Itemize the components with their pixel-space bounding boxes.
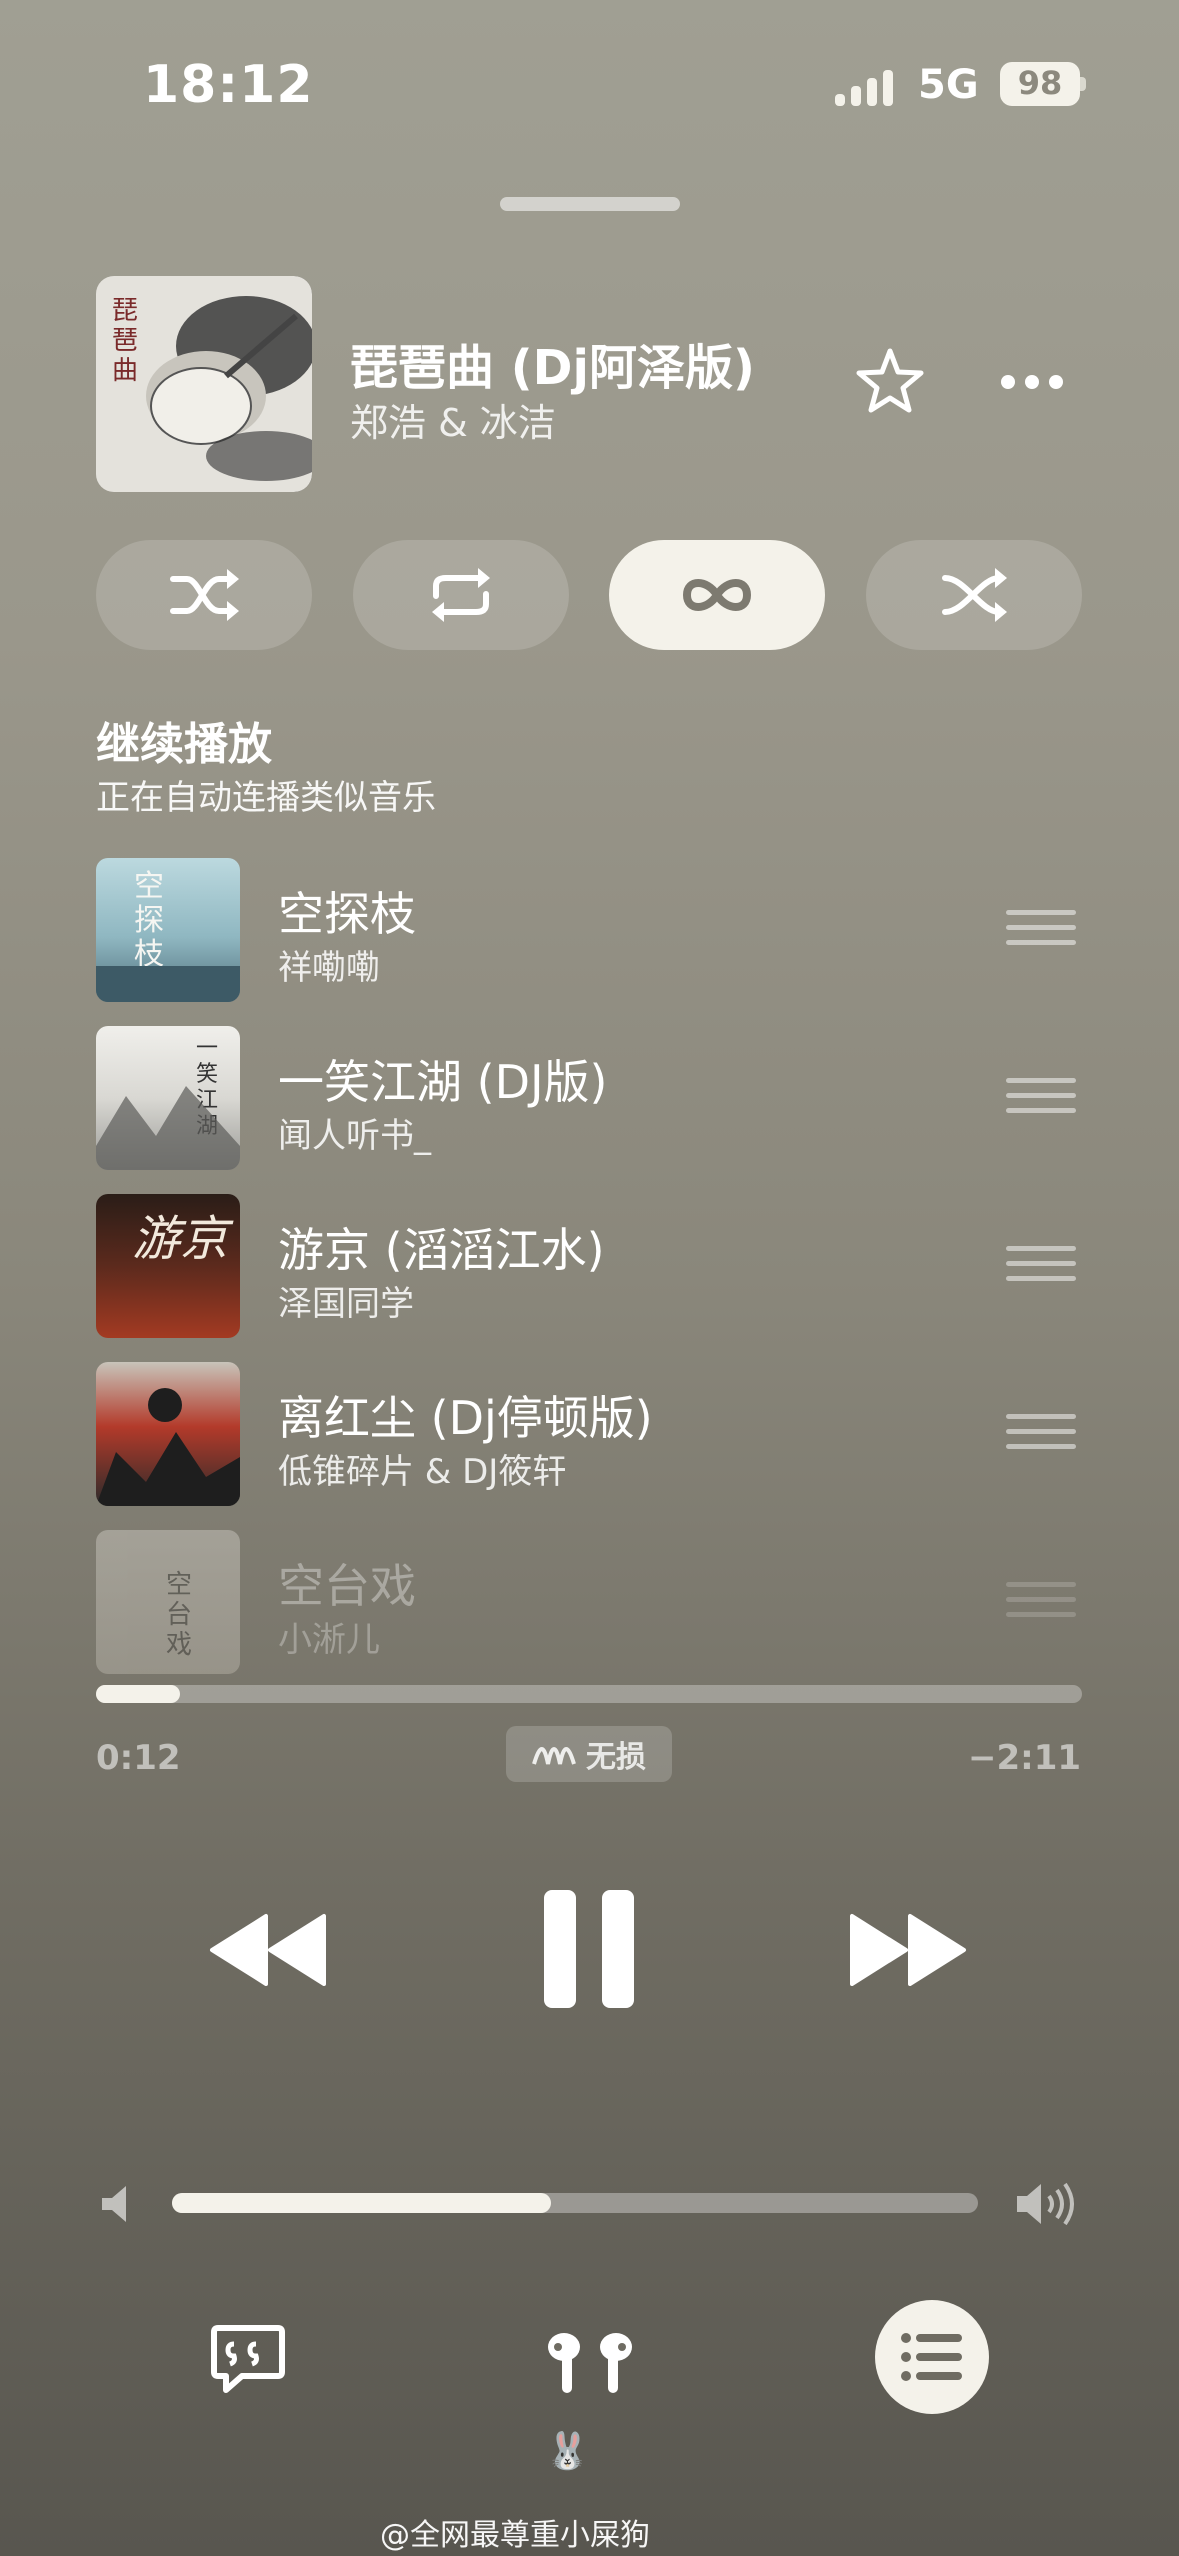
network-type: 5G [918, 62, 979, 108]
up-next-subtitle: 正在自动连播类似音乐 [96, 778, 436, 818]
drag-handle-icon[interactable] [1006, 1414, 1076, 1454]
battery-level: 98 [1017, 64, 1063, 102]
queue-item[interactable]: 一笑江湖 一笑江湖 (DJ版) 闻人听书_ [96, 1026, 1086, 1176]
airpods-icon[interactable] [540, 2325, 640, 2405]
queue-item-artwork: 一笑江湖 [96, 1026, 240, 1170]
lossless-badge[interactable]: 无损 [506, 1726, 672, 1782]
queue-item[interactable]: 空探枝 空探枝 祥嘞嘞 [96, 858, 1086, 1008]
up-next-heading: 继续播放 [96, 719, 272, 770]
elapsed-time: 0:12 [96, 1738, 181, 1778]
queue-item-artist: 低锥碎片 & DJ筱轩 [278, 1452, 567, 1492]
more-options-icon[interactable] [1000, 362, 1064, 402]
artwork-title: 游京 [132, 1211, 229, 1267]
output-device-label: 🐰 [545, 2431, 590, 2472]
queue-item-artwork [96, 1362, 240, 1506]
favorite-star-icon[interactable] [855, 346, 925, 416]
battery-icon: 98 [1000, 62, 1086, 106]
queue-item-title: 空探枝 [278, 887, 416, 941]
volume-high-icon [1017, 2182, 1074, 2226]
now-playing-artist[interactable]: 郑浩 & 冰洁 [350, 392, 556, 447]
status-time: 18:12 [143, 55, 314, 115]
infinity-icon [682, 579, 752, 611]
shuffle-button[interactable] [96, 540, 312, 650]
playback-progress-bar[interactable] [96, 1685, 1082, 1703]
autoplay-button[interactable] [609, 540, 825, 650]
queue-item-artist: 祥嘞嘞 [278, 948, 380, 988]
crossfade-icon [942, 568, 1007, 622]
queue-item-title: 一笑江湖 (DJ版) [278, 1055, 608, 1109]
drag-handle-icon[interactable] [1006, 910, 1076, 950]
drag-handle-icon[interactable] [1006, 1078, 1076, 1118]
sheet-grabber[interactable] [500, 197, 680, 211]
volume-slider-fill [172, 2193, 551, 2213]
queue-item-artwork: 空台戏 [96, 1530, 240, 1674]
volume-slider[interactable] [172, 2193, 978, 2213]
queue-button[interactable] [875, 2300, 989, 2414]
queue-item-artist: 闻人听书_ [278, 1116, 431, 1156]
shuffle-icon [170, 569, 239, 621]
volume-low-icon [102, 2186, 126, 2222]
queue-item[interactable]: 离红尘 (Dj停顿版) 低锥碎片 & DJ筱轩 [96, 1362, 1086, 1512]
crossfade-button[interactable] [866, 540, 1082, 650]
pause-icon[interactable] [544, 1890, 634, 2008]
repeat-button[interactable] [353, 540, 569, 650]
repeat-icon [432, 568, 490, 622]
lyrics-icon[interactable] [208, 2320, 288, 2400]
next-track-icon[interactable] [848, 1910, 968, 1990]
queue-item[interactable]: 空台戏 空台戏 小淅儿 [96, 1530, 1086, 1680]
queue-item[interactable]: 游京 游京 (滔滔江水) 泽国同学 [96, 1194, 1086, 1344]
signal-icon [835, 70, 893, 106]
queue-item-title: 空台戏 [278, 1559, 416, 1613]
queue-item-artist: 泽国同学 [278, 1284, 414, 1324]
queue-item-artwork: 空探枝 [96, 858, 240, 1002]
artwork-title: 琵琶曲 [112, 296, 139, 386]
artwork-title: 空探枝 [134, 869, 164, 972]
now-playing-title: 琵琶曲 (Dj阿泽版) [350, 340, 755, 396]
now-playing-artwork: 琵琶曲 [96, 276, 312, 492]
remaining-time: −2:11 [968, 1738, 1082, 1778]
queue-item-title: 离红尘 (Dj停顿版) [278, 1391, 653, 1445]
queue-item-artist: 小淅儿 [278, 1620, 380, 1660]
drag-handle-icon[interactable] [1006, 1582, 1076, 1622]
queue-list-icon [901, 2333, 962, 2381]
lossless-wave-icon [532, 1747, 576, 1765]
lossless-label: 无损 [586, 1740, 646, 1775]
queue-item-artwork: 游京 [96, 1194, 240, 1338]
previous-track-icon[interactable] [208, 1910, 328, 1990]
artwork-title: 空台戏 [166, 1570, 193, 1660]
playback-progress-fill [96, 1685, 180, 1703]
drag-handle-icon[interactable] [1006, 1246, 1076, 1286]
watermark-text: @全网最尊重小屎狗 [380, 2518, 650, 2553]
queue-item-title: 游京 (滔滔江水) [278, 1223, 605, 1277]
